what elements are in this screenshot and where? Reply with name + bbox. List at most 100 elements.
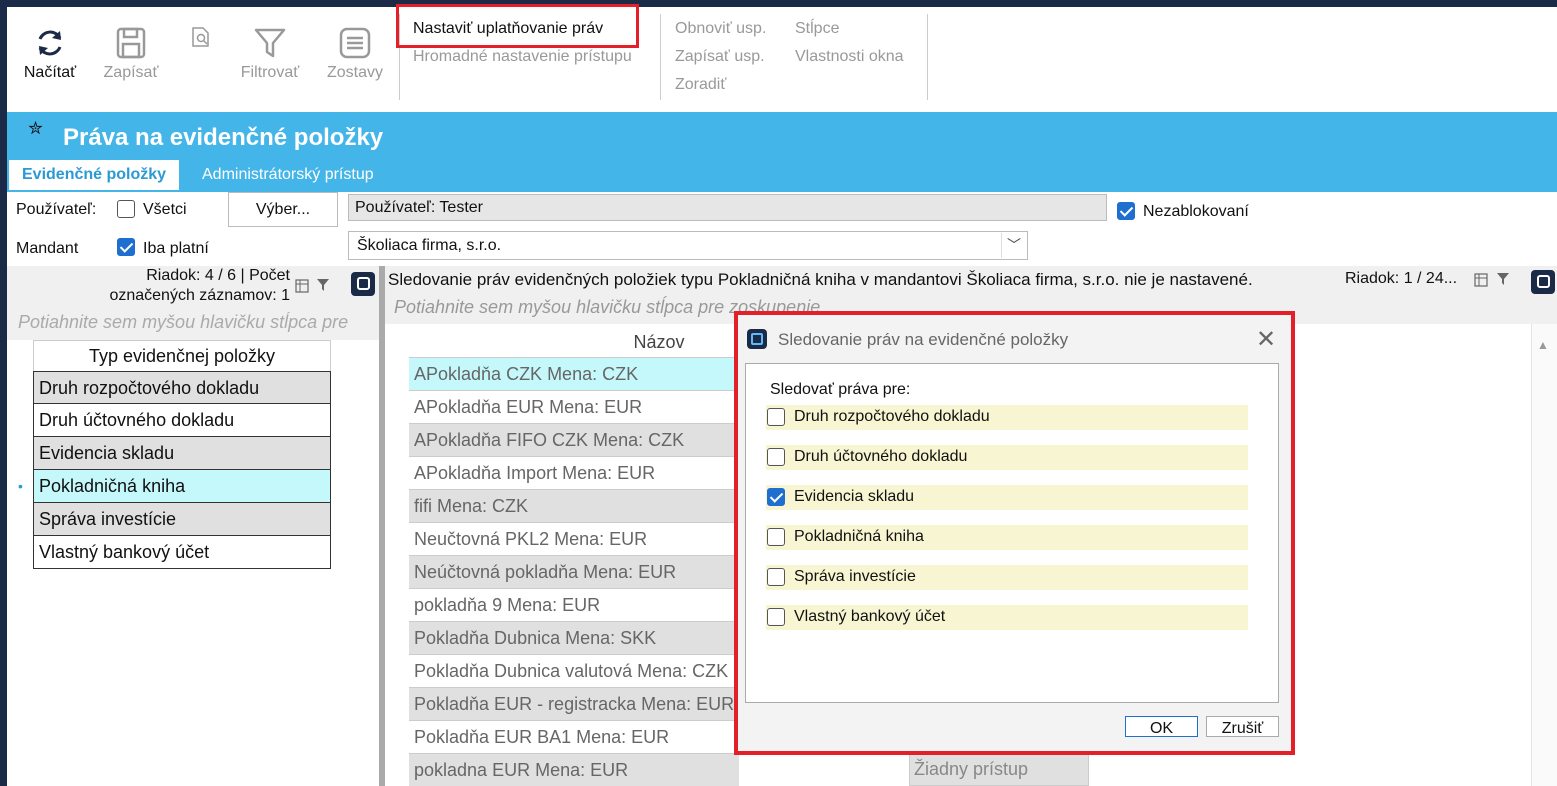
window-properties-button[interactable]: Vlastnosti okna [795, 48, 904, 66]
filter-icon[interactable] [316, 278, 330, 292]
highlight-frame [396, 4, 639, 48]
filter-label: Filtrovať [240, 64, 300, 81]
option-checkbox[interactable] [767, 528, 785, 546]
tab-evidencne-polozky[interactable]: Evidenčné položky [9, 160, 180, 190]
quick-search-icon[interactable] [351, 272, 375, 296]
mandant-label: Mandant [16, 240, 79, 257]
option-sprava-investicie[interactable]: Správa investície [766, 565, 1248, 590]
current-row-marker-icon: • [18, 478, 23, 494]
option-checkbox[interactable] [767, 568, 785, 586]
restore-settings-button[interactable]: Obnoviť usp. [675, 20, 766, 38]
favorite-star-icon[interactable]: ✮ [28, 118, 43, 139]
not-blocked-label: Nezablokovaní [1143, 203, 1249, 220]
tab-administratorsky-pristup[interactable]: Administrátorský prístup [189, 160, 387, 190]
filter-icon[interactable] [1496, 272, 1510, 286]
window-top-bar [0, 0, 1557, 7]
table-row[interactable]: pokladňa 9 Mena: EUR [409, 588, 739, 621]
option-label: Druh rozpočtového dokladu [794, 408, 990, 425]
dialog-title: Sledovanie práv na evidenčné položky [778, 330, 1069, 349]
only-valid-label: Iba platní [143, 240, 209, 257]
table-row[interactable]: Pokladňa Dubnica valutová Mena: CZK [409, 654, 739, 687]
left-row-status: Riadok: 4 / 6 | Počet označených záznamo… [80, 266, 290, 306]
cancel-button[interactable]: Zrušiť [1206, 716, 1279, 737]
left-column-header[interactable]: Typ evidenčnej položky [33, 340, 331, 371]
app-icon [747, 329, 767, 349]
save-button[interactable]: Zapísať [98, 26, 164, 82]
filter-icon [254, 28, 286, 58]
table-row[interactable]: Druh účtovného dokladu [33, 404, 331, 437]
table-row[interactable]: APokladňa EUR Mena: EUR [409, 390, 739, 423]
table-row[interactable]: Pokladňa EUR BA1 Mena: EUR [409, 720, 739, 753]
only-valid-checkbox[interactable] [117, 238, 135, 256]
option-druh-uctovneho-dokladu[interactable]: Druh účtovného dokladu [766, 445, 1248, 470]
option-vlastny-bankovy-ucet[interactable]: Vlastný bankový účet [766, 605, 1248, 630]
ribbon-divider [927, 14, 928, 100]
right-row-status: Riadok: 1 / 24... [1345, 270, 1458, 287]
reports-button[interactable]: Zostavy [322, 26, 388, 82]
save-icon [116, 27, 146, 59]
page-title: Práva na evidenčné položky [63, 124, 384, 151]
reports-icon [339, 27, 371, 59]
table-row[interactable]: Neučtovná PKL2 Mena: EUR [409, 522, 739, 555]
table-row-selected[interactable]: APokladňa CZK Mena: CZK [409, 357, 739, 390]
option-checkbox[interactable] [767, 608, 785, 626]
option-label: Evidencia skladu [794, 488, 915, 505]
quick-search-icon[interactable] [1531, 270, 1555, 294]
option-druh-rozpoctoveho-dokladu[interactable]: Druh rozpočtového dokladu [766, 405, 1248, 430]
bulk-access-button[interactable]: Hromadné nastavenie prístupu [413, 48, 632, 66]
chevron-down-icon[interactable]: ﹀ [1001, 233, 1026, 258]
user-field: Používateľ: Tester [348, 194, 1107, 221]
window-left-bar [0, 7, 7, 786]
table-row[interactable]: Neúčtovná pokladňa Mena: EUR [409, 555, 739, 588]
save-label: Zapísať [103, 64, 159, 81]
option-label: Vlastný bankový účet [794, 608, 946, 625]
table-row[interactable]: Druh rozpočtového dokladu [33, 371, 331, 404]
all-users-label: Všetci [143, 201, 187, 218]
close-icon[interactable]: ✕ [1256, 325, 1276, 354]
scroll-up-icon[interactable]: ▲ [1537, 338, 1549, 352]
option-label: Správa investície [794, 568, 916, 585]
right-status-message: Sledovanie práv evidenčných položiek typ… [388, 270, 1253, 289]
left-status-line2: označených záznamov: 1 [109, 287, 290, 304]
preview-icon[interactable] [190, 26, 212, 48]
table-row[interactable]: Pokladňa Dubnica Mena: SKK [409, 621, 739, 654]
table-row[interactable]: APokladňa Import Mena: EUR [409, 456, 739, 489]
option-evidencia-skladu[interactable]: Evidencia skladu [766, 485, 1248, 510]
access-cell[interactable]: Žiadny prístup [909, 752, 1089, 786]
track-rights-label: Sledovať práva pre: [770, 381, 911, 398]
option-pokladnicna-kniha[interactable]: Pokladničná kniha [766, 525, 1248, 550]
table-row[interactable]: Pokladňa EUR - registracka Mena: EUR [409, 687, 739, 720]
mandant-select[interactable]: Školiaca firma, s.r.o. [348, 231, 1028, 260]
table-row[interactable]: Správa investície [33, 503, 331, 536]
ok-button[interactable]: OK [1125, 716, 1198, 737]
table-row[interactable]: fifi Mena: CZK [409, 489, 739, 522]
reload-button[interactable]: Načítať [18, 26, 82, 82]
table-row[interactable]: APokladňa FIFO CZK Mena: CZK [409, 423, 739, 456]
table-row[interactable]: pokladna EUR Mena: EUR [409, 753, 739, 786]
reports-label: Zostavy [326, 64, 383, 81]
write-settings-button[interactable]: Zapísať usp. [675, 48, 765, 66]
columns-icon[interactable] [295, 279, 309, 293]
refresh-icon [38, 30, 62, 56]
option-checkbox[interactable] [767, 448, 785, 466]
columns-icon[interactable] [1474, 273, 1488, 287]
table-row[interactable]: Evidencia skladu [33, 437, 331, 470]
table-row-selected[interactable]: Pokladničná kniha [33, 470, 331, 503]
user-label: Používateľ: [16, 201, 97, 218]
vertical-scrollbar[interactable] [1531, 324, 1557, 786]
sort-button[interactable]: Zoradiť [675, 76, 726, 94]
filter-button[interactable]: Filtrovať [236, 26, 304, 82]
table-row[interactable]: Vlastný bankový účet [33, 536, 331, 569]
option-label: Pokladničná kniha [794, 528, 924, 545]
all-users-checkbox[interactable] [117, 200, 135, 218]
option-checkbox-checked[interactable] [767, 488, 785, 506]
option-label: Druh účtovného dokladu [794, 448, 968, 465]
not-blocked-checkbox[interactable] [1117, 202, 1135, 220]
reload-label: Načítať [23, 64, 77, 81]
ribbon-divider [660, 14, 661, 100]
left-group-hint: Potiahnite sem myšou hlavičku stĺpca pre [18, 312, 349, 332]
option-checkbox[interactable] [767, 408, 785, 426]
panel-splitter[interactable] [379, 266, 385, 786]
columns-button[interactable]: Stĺpce [795, 20, 839, 38]
select-user-button[interactable]: Výber... [228, 192, 338, 227]
